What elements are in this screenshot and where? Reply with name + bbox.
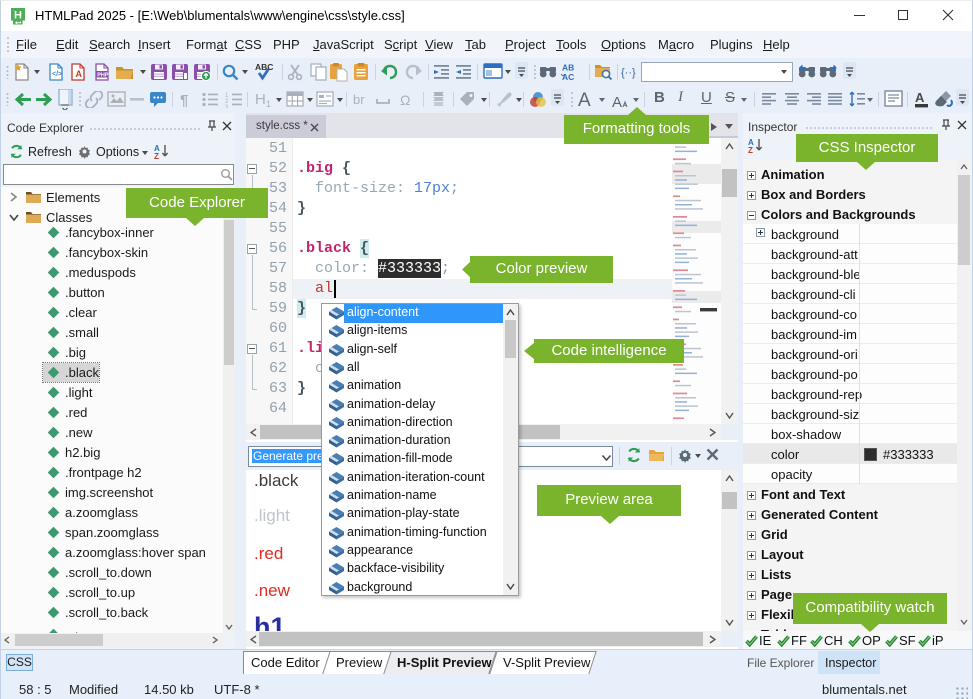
- svg-text:Z: Z: [154, 152, 159, 160]
- svg-text:Ω: Ω: [400, 92, 410, 108]
- svg-text:A: A: [578, 90, 591, 110]
- svg-text:AC: AC: [562, 72, 574, 82]
- svg-text:A: A: [76, 69, 83, 79]
- svg-text:H: H: [255, 91, 266, 108]
- svg-text:¶: ¶: [180, 92, 188, 109]
- svg-text:AB: AB: [562, 63, 574, 73]
- svg-text:1: 1: [266, 99, 271, 109]
- svg-text:Z: Z: [748, 146, 753, 154]
- svg-text:ABC: ABC: [255, 62, 273, 72]
- svg-text:A: A: [612, 94, 622, 110]
- svg-text:</>: </>: [52, 71, 62, 78]
- svg-text:br: br: [353, 92, 365, 107]
- svg-text:A: A: [915, 90, 925, 105]
- svg-text:H: H: [14, 10, 22, 22]
- svg-text:3: 3: [225, 105, 229, 108]
- svg-text:PHP: PHP: [97, 73, 109, 79]
- svg-text:{··}: {··}: [621, 67, 636, 79]
